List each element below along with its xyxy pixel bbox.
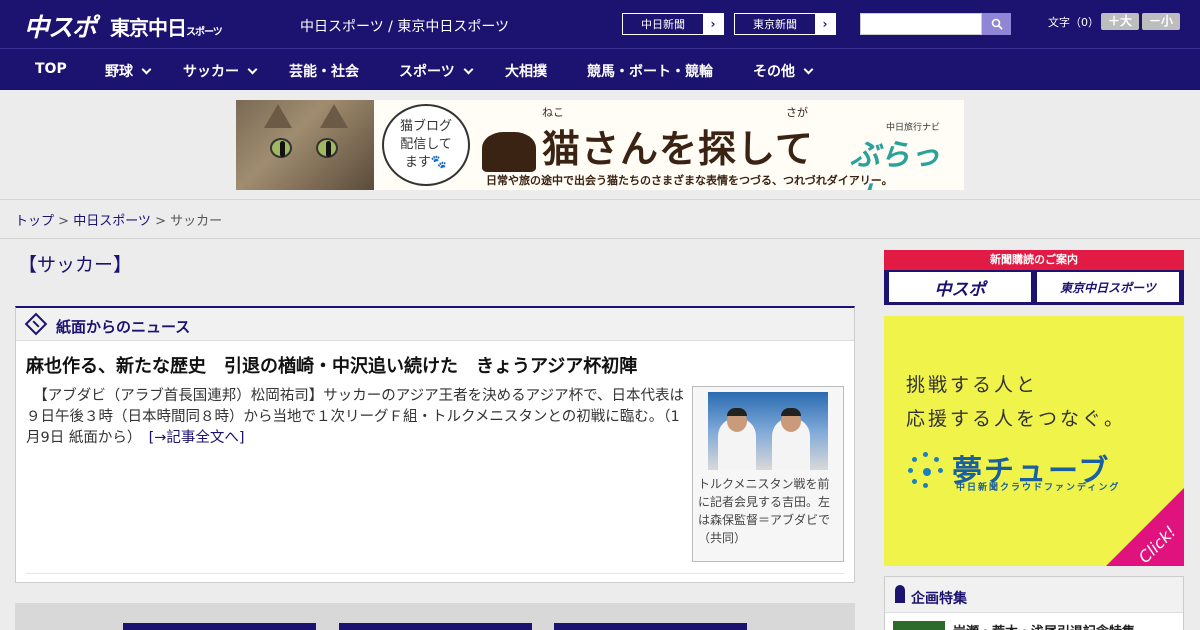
lower-button[interactable]: [123, 623, 316, 630]
nav-label: TOP: [35, 61, 67, 77]
news-section-title: 紙面からのニュース: [56, 318, 191, 336]
subscription-bar: 新聞購読のご案内: [884, 250, 1184, 270]
cat-silhouette-icon: [482, 131, 536, 172]
speech-bubble: 猫ブログ 配信して ます🐾: [382, 104, 470, 186]
nav-label: 競馬・ボート・競輪: [587, 64, 713, 80]
feature-thumbnail[interactable]: [893, 621, 945, 630]
tokyo-shimbun-button[interactable]: 東京新聞 ›: [734, 13, 836, 35]
cat-blog-banner[interactable]: 猫ブログ 配信して ます🐾 ねこ さが 猫さんを探して 中日旅行ナビ ぶらっ人 …: [236, 100, 964, 190]
nav-label: 芸能・社会: [289, 64, 359, 80]
feature-title: 企画特集: [911, 591, 967, 607]
banner-title: 猫さんを探して: [482, 118, 814, 173]
chevron-down-icon: [463, 64, 474, 75]
nav-item-other[interactable]: その他: [753, 61, 814, 81]
chuspo-logo[interactable]: 中スポ: [24, 8, 97, 44]
bubble-line: 猫ブログ: [399, 119, 452, 134]
nav-label: サッカー: [183, 64, 239, 80]
divider: [0, 238, 1200, 239]
top-header: 中スポ 東京中日スポーツ 中日スポーツ / 東京中日スポーツ 中日新聞 › 東京…: [0, 0, 1200, 48]
news-section-header: 紙面からのニュース: [16, 308, 854, 341]
nav-item-entertainment[interactable]: 芸能・社会: [289, 61, 359, 81]
breadcrumb-separator: >: [150, 214, 171, 229]
breadcrumb-separator: >: [54, 214, 74, 229]
chuspo-subscribe-button[interactable]: 中スポ: [889, 272, 1031, 302]
ad-line: 挑戦する人と: [906, 374, 1039, 396]
lower-section: [15, 603, 855, 630]
nav-item-top[interactable]: TOP: [35, 61, 67, 77]
search-icon: [991, 18, 1003, 30]
divider: [26, 573, 844, 574]
cat-photo: [236, 100, 374, 190]
breadcrumb-chunichi-link[interactable]: 中日スポーツ: [73, 214, 151, 229]
feature-section: 企画特集 岩瀬・荒木・浅尾引退記念特集: [884, 576, 1184, 630]
nav-item-sports[interactable]: スポーツ: [399, 61, 474, 81]
nav-label: 大相撲: [505, 64, 547, 80]
nav-item-soccer[interactable]: サッカー: [183, 61, 258, 81]
banner-area: 猫ブログ 配信して ます🐾 ねこ さが 猫さんを探して 中日旅行ナビ ぶらっ人 …: [0, 90, 1200, 200]
breadcrumb-current: サッカー: [170, 214, 223, 229]
nav-label: スポーツ: [399, 64, 455, 80]
lower-button[interactable]: [554, 623, 747, 630]
chevron-down-icon: [247, 64, 258, 75]
nav-item-sumo[interactable]: 大相撲: [505, 61, 547, 81]
news-section: 紙面からのニュース 麻也作る、新たな歴史 引退の楢崎・中沢追い続けた きょうアジ…: [15, 306, 855, 583]
tokyo-subscribe-button[interactable]: 東京中日スポーツ: [1037, 272, 1179, 302]
feature-header: 企画特集: [885, 577, 1183, 613]
tokyo-shimbun-label: 東京新聞: [753, 18, 797, 31]
tokyo-logo-small: スポーツ: [186, 27, 223, 38]
font-size-label: 文字（0）: [1048, 16, 1099, 29]
newspaper-icon: [24, 312, 48, 336]
chunichi-shimbun-label: 中日新聞: [641, 18, 685, 31]
breadcrumb: トップ > 中日スポーツ > サッカー: [15, 210, 222, 229]
nav-item-baseball[interactable]: 野球: [105, 61, 152, 81]
ribbon-icon: [895, 585, 905, 603]
read-more-link[interactable]: [→記事全文へ]: [149, 430, 245, 446]
nav-label: 野球: [105, 64, 133, 80]
chevron-right-icon: ›: [815, 14, 835, 34]
banner-subtitle: 日常や旅の途中で出会う猫たちのさまざまな表情をつづる、つれづれダイアリー。: [486, 174, 893, 187]
font-larger-button[interactable]: ＋大: [1101, 13, 1139, 30]
search-button[interactable]: [982, 13, 1011, 35]
ad-brand-sub: 中日新聞クラウドファンディング: [956, 483, 1121, 493]
crowdfunding-ad[interactable]: 挑戦する人と 応援する人をつなぐ。 夢チューブ 中日新聞クラウドファンディング …: [884, 316, 1184, 566]
article-summary: 【アブダビ（アラブ首長国連邦）松岡祐司】サッカーのアジア王者を決めるアジア杯で、…: [26, 386, 686, 449]
chevron-down-icon: [141, 64, 152, 75]
site-names: 中日スポーツ / 東京中日スポーツ: [300, 19, 510, 35]
photo-caption: トルクメニスタン戦を前に記者会見する吉田。左は森保監督＝アブダビで（共同）: [698, 477, 831, 545]
nav-item-racing[interactable]: 競馬・ボート・競輪: [587, 61, 713, 81]
ad-line: 応援する人をつなぐ。: [906, 408, 1127, 430]
breadcrumb-top-link[interactable]: トップ: [15, 214, 54, 229]
bubble-line: 配信して: [400, 137, 452, 152]
nav-label: その他: [753, 64, 795, 80]
chevron-right-icon: ›: [703, 14, 723, 34]
tokyo-chunichi-logo[interactable]: 東京中日スポーツ: [110, 12, 223, 41]
lower-button[interactable]: [339, 623, 532, 630]
article-photo: [708, 392, 828, 470]
tokyo-logo-text: 東京中日: [110, 16, 187, 40]
chevron-down-icon: [803, 64, 814, 75]
main-nav: TOP 野球 サッカー 芸能・社会 スポーツ 大相撲 競馬・ボート・競輪 その他: [0, 48, 1200, 90]
bubble-line: ます🐾: [404, 155, 448, 170]
dots-logo-icon: [908, 452, 944, 488]
font-smaller-button[interactable]: －小: [1142, 13, 1180, 30]
search-input[interactable]: [860, 13, 982, 35]
page-title: 【サッカー】: [18, 254, 133, 276]
article-title-link[interactable]: 麻也作る、新たな歴史 引退の楢崎・中沢追い続けた きょうアジア杯初陣: [26, 352, 637, 378]
subscription-box: 新聞購読のご案内 中スポ 東京中日スポーツ: [884, 250, 1184, 305]
banner-title-text: 猫さんを探して: [542, 127, 814, 171]
article-photo-card[interactable]: トルクメニスタン戦を前に記者会見する吉田。左は森保監督＝アブダビで（共同）: [692, 386, 844, 562]
feature-item-link[interactable]: 岩瀬・荒木・浅尾引退記念特集: [953, 621, 1135, 630]
article-body-text: 【アブダビ（アラブ首長国連邦）松岡祐司】サッカーのアジア王者を決めるアジア杯で、…: [26, 388, 685, 446]
chunichi-shimbun-button[interactable]: 中日新聞 ›: [622, 13, 724, 35]
